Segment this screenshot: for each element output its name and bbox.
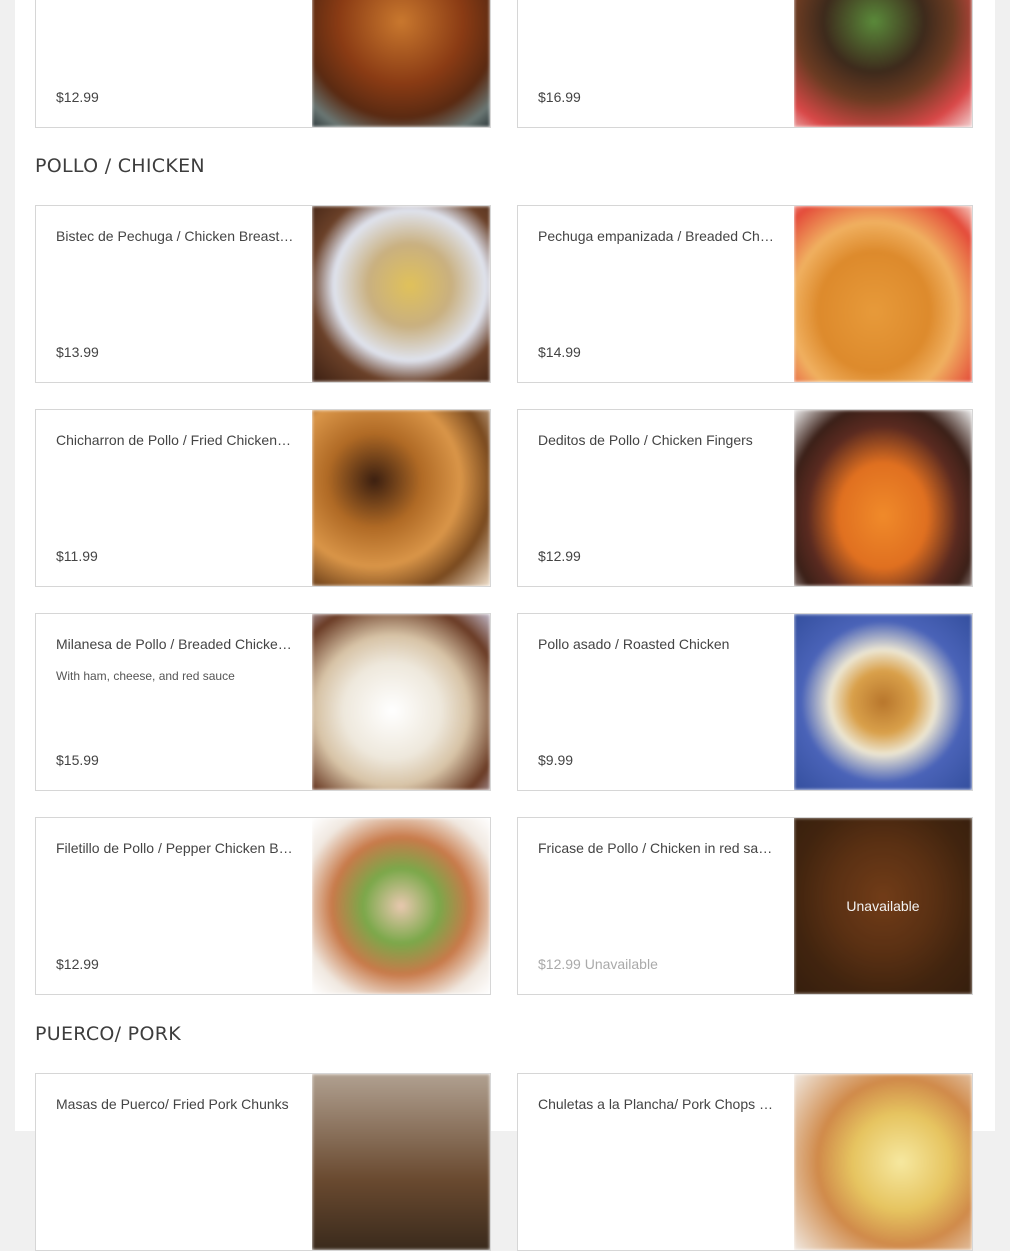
menu-item-name: Pollo asado / Roasted Chicken [538,636,730,652]
menu-item-info: Bistec de Pechuga / Chicken Breast Steak… [36,206,314,382]
menu-item-card[interactable]: Deditos de Pollo / Chicken Fingers $12.9… [517,409,973,587]
menu-item-image [312,1074,490,1250]
menu-item-price: $13.99 [56,344,99,360]
menu-item-info: Deditos de Pollo / Chicken Fingers $12.9… [518,410,796,586]
menu-item-price: $9.99 [538,752,574,768]
menu-item-price: $12.99 [56,956,99,972]
menu-item-card[interactable]: Pollo asado / Roasted Chicken $9.99 [517,613,973,791]
menu-item-card[interactable]: Chuletas a la Plancha/ Pork Chops on the… [517,1073,973,1251]
menu-item-image [312,206,490,382]
section-title-chicken: POLLO / CHICKEN [35,155,205,177]
menu-item-price: $12.99 [56,89,99,105]
menu-item-name: Chuletas a la Plancha/ Pork Chops on the… [538,1096,776,1112]
menu-item-info: Pollo asado / Roasted Chicken $9.99 [518,614,796,790]
menu-item-info: Chuletas a la Plancha/ Pork Chops on the… [518,1074,796,1250]
menu-item-card[interactable]: Bistec de Pechuga / Chicken Breast Steak… [35,205,491,383]
menu-item-name: Chicharron de Pollo / Fried Chicken Chun… [56,432,294,448]
menu-page: $12.99 $16.99 POLLO / CHICKEN Bistec de … [15,0,995,1251]
menu-item-price: $15.99 [56,752,99,768]
menu-item-info: Filetillo de Pollo / Pepper Chicken Brea… [36,818,314,994]
menu-item-card[interactable]: $12.99 [35,0,491,128]
menu-item-name: Bistec de Pechuga / Chicken Breast Steak [56,228,294,244]
menu-item-info: Milanesa de Pollo / Breaded Chicken Mila… [36,614,314,790]
menu-item-name: Filetillo de Pollo / Pepper Chicken Brea… [56,840,294,856]
unavailable-overlay: Unavailable [794,818,972,994]
menu-item-card[interactable]: Fricase de Pollo / Chicken in red sauce … [517,817,973,995]
menu-item-image [312,0,490,127]
menu-item-name: Masas de Puerco/ Fried Pork Chunks [56,1096,289,1112]
menu-item-image [794,1074,972,1250]
menu-item-image [794,206,972,382]
menu-item-price: $14.99 [538,344,581,360]
menu-item-info: Fricase de Pollo / Chicken in red sauce … [518,818,796,994]
menu-item-card[interactable]: Milanesa de Pollo / Breaded Chicken Mila… [35,613,491,791]
menu-item-image [312,818,490,994]
menu-item-info: Chicharron de Pollo / Fried Chicken Chun… [36,410,314,586]
menu-item-price: $11.99 [56,548,98,564]
menu-item-name: Deditos de Pollo / Chicken Fingers [538,432,753,448]
menu-item-info: $16.99 [518,0,796,127]
menu-item-price: $12.99 [538,548,581,564]
menu-item-info: Masas de Puerco/ Fried Pork Chunks [36,1074,314,1250]
menu-item-image [794,0,972,127]
menu-item-name: Milanesa de Pollo / Breaded Chicken Mila… [56,636,294,652]
menu-item-card[interactable]: Filetillo de Pollo / Pepper Chicken Brea… [35,817,491,995]
menu-item-card[interactable]: Chicharron de Pollo / Fried Chicken Chun… [35,409,491,587]
menu-item-price: $12.99 Unavailable [538,956,658,972]
menu-item-description: With ham, cheese, and red sauce [56,669,235,683]
menu-item-name: Pechuga empanizada / Breaded Chicken Bre… [538,228,776,244]
menu-item-info: Pechuga empanizada / Breaded Chicken Bre… [518,206,796,382]
menu-item-price: $16.99 [538,89,581,105]
menu-item-name: Fricase de Pollo / Chicken in red sauce [538,840,776,856]
menu-item-card[interactable]: $16.99 [517,0,973,128]
menu-item-image [794,410,972,586]
section-title-pork: PUERCO/ PORK [35,1023,181,1045]
menu-item-image [312,614,490,790]
menu-item-image [312,410,490,586]
menu-item-card[interactable]: Masas de Puerco/ Fried Pork Chunks [35,1073,491,1251]
menu-item-card[interactable]: Pechuga empanizada / Breaded Chicken Bre… [517,205,973,383]
menu-item-image [794,614,972,790]
menu-item-info: $12.99 [36,0,314,127]
